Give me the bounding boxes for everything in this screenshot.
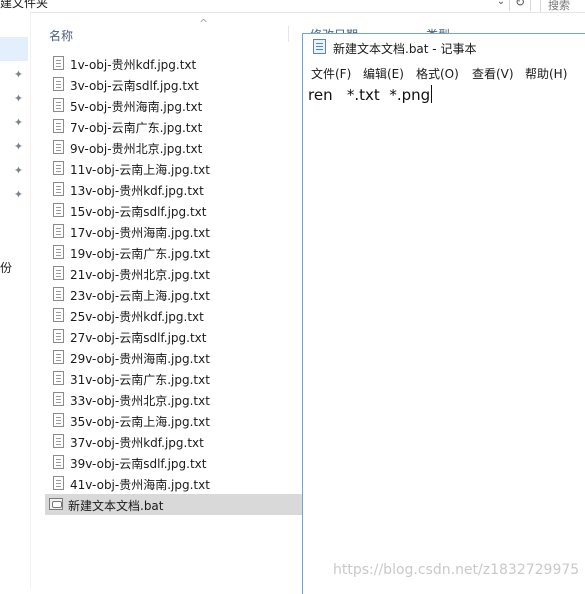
menu-view[interactable]: 查看(V)	[472, 65, 514, 82]
file-name: 25v-obj-贵州kdf.jpg.txt	[70, 310, 204, 324]
pin-icon[interactable]: ✦	[13, 117, 24, 128]
column-name[interactable]: 名称	[49, 27, 73, 44]
text-file-icon	[53, 140, 64, 154]
file-name: 17v-obj-贵州海南.jpg.txt	[70, 226, 210, 240]
file-row[interactable]: 37v-obj-贵州kdf.jpg.txt	[47, 431, 303, 452]
file-name: 19v-obj-云南广东.jpg.txt	[70, 247, 210, 261]
menu-edit[interactable]: 编辑(E)	[363, 65, 404, 82]
text-file-icon	[53, 98, 64, 112]
file-name: 7v-obj-云南广东.jpg.txt	[70, 121, 203, 135]
refresh-icon[interactable]: ↻	[509, 0, 531, 11]
pin-icon[interactable]: ✦	[13, 93, 24, 104]
text-file-icon	[53, 329, 64, 343]
text-file-icon	[53, 455, 64, 469]
file-list: 1v-obj-贵州kdf.jpg.txt 3v-obj-云南sdlf.jpg.tx…	[45, 53, 307, 515]
text-file-icon	[53, 371, 64, 385]
text-file-icon	[53, 413, 64, 427]
file-row[interactable]: 15v-obj-云南sdlf.jpg.txt	[47, 200, 303, 221]
batch-file-icon	[49, 498, 63, 510]
file-name: 27v-obj-云南sdlf.jpg.txt	[70, 331, 207, 345]
file-name: 23v-obj-云南上海.jpg.txt	[70, 289, 210, 303]
notepad-content[interactable]: ren *.txt *.png	[308, 85, 433, 104]
pin-icon[interactable]: ✦	[13, 69, 24, 80]
file-name: 41v-obj-贵州海南.jpg.txt	[70, 478, 210, 492]
file-name: 1v-obj-贵州kdf.jpg.txt	[70, 58, 197, 72]
file-row[interactable]: 27v-obj-云南sdlf.jpg.txt	[47, 326, 303, 347]
file-row[interactable]: 11v-obj-云南上海.jpg.txt	[47, 158, 303, 179]
file-name: 11v-obj-云南上海.jpg.txt	[70, 163, 210, 177]
file-name: 37v-obj-贵州kdf.jpg.txt	[70, 436, 204, 450]
text-file-icon	[53, 182, 64, 196]
text-file-icon	[53, 476, 64, 490]
text-file-icon	[53, 224, 64, 238]
file-row[interactable]: 21v-obj-贵州北京.jpg.txt	[47, 263, 303, 284]
text-file-icon	[53, 392, 64, 406]
menu-format[interactable]: 格式(O)	[416, 65, 459, 82]
file-row[interactable]: 1v-obj-贵州kdf.jpg.txt	[47, 53, 303, 74]
navigation-pane: ✦ ✦ ✦ ✦ ✦ ✦ 份	[0, 12, 31, 588]
window-title: 建文件夹	[0, 0, 49, 10]
menu-help[interactable]: 帮助(H)	[525, 65, 567, 82]
notepad-menubar: 文件(F) 编辑(E) 格式(O) 查看(V) 帮助(H)	[303, 62, 585, 84]
pin-icon[interactable]: ✦	[13, 165, 24, 176]
text-file-icon	[53, 350, 64, 364]
file-name: 13v-obj-贵州kdf.jpg.txt	[70, 184, 204, 198]
chevron-down-icon[interactable]: ⌄	[494, 0, 508, 10]
file-name: 33v-obj-贵州北京.jpg.txt	[70, 394, 210, 408]
file-name: 9v-obj-贵州北京.jpg.txt	[70, 142, 203, 156]
text-file-icon	[53, 308, 64, 322]
file-row[interactable]: 9v-obj-贵州北京.jpg.txt	[47, 137, 303, 158]
pin-icon[interactable]: ✦	[13, 189, 24, 200]
text-file-icon	[53, 245, 64, 259]
notepad-text: ren *.txt *.png	[308, 86, 431, 104]
file-row[interactable]: 31v-obj-云南广东.jpg.txt	[47, 368, 303, 389]
watermark: https://blog.csdn.net/z1832729975	[333, 562, 580, 578]
column-divider[interactable]	[288, 26, 289, 42]
file-row[interactable]: 35v-obj-云南上海.jpg.txt	[47, 410, 303, 431]
text-file-icon	[53, 119, 64, 133]
text-file-icon	[53, 266, 64, 280]
file-row[interactable]: 41v-obj-贵州海南.jpg.txt	[47, 473, 303, 494]
file-row[interactable]: 39v-obj-云南sdlf.jpg.txt	[47, 452, 303, 473]
file-row[interactable]: 19v-obj-云南广东.jpg.txt	[47, 242, 303, 263]
menu-file[interactable]: 文件(F)	[311, 65, 351, 82]
file-name: 39v-obj-云南sdlf.jpg.txt	[70, 457, 207, 471]
notepad-titlebar[interactable]: 新建文本文档.bat - 记事本	[303, 34, 585, 62]
notepad-text-area[interactable]: ren *.txt *.png	[303, 84, 585, 594]
pin-icon[interactable]: ✦	[13, 141, 24, 152]
file-row[interactable]: 13v-obj-贵州kdf.jpg.txt	[47, 179, 303, 200]
file-row[interactable]: 5v-obj-贵州海南.jpg.txt	[47, 95, 303, 116]
notepad-icon	[313, 39, 326, 54]
file-name: 新建文本文档.bat	[68, 499, 164, 513]
file-row[interactable]: 3v-obj-云南sdlf.jpg.txt	[47, 74, 303, 95]
file-row[interactable]: 25v-obj-贵州kdf.jpg.txt	[47, 305, 303, 326]
text-file-icon	[53, 203, 64, 217]
text-caret	[431, 85, 433, 103]
notepad-window: 新建文本文档.bat - 记事本 文件(F) 编辑(E) 格式(O) 查看(V)…	[302, 33, 585, 594]
file-row[interactable]: 17v-obj-贵州海南.jpg.txt	[47, 221, 303, 242]
text-file-icon	[53, 56, 64, 70]
sort-ascending-icon: ^	[199, 17, 209, 30]
text-file-icon	[53, 434, 64, 448]
file-name: 31v-obj-云南广东.jpg.txt	[70, 373, 210, 387]
file-name: 15v-obj-云南sdlf.jpg.txt	[70, 205, 207, 219]
nav-selected-item[interactable]	[0, 37, 28, 61]
file-name: 35v-obj-云南上海.jpg.txt	[70, 415, 210, 429]
file-name: 21v-obj-贵州北京.jpg.txt	[70, 268, 210, 282]
file-row-selected[interactable]: 新建文本文档.bat	[45, 494, 303, 515]
notepad-title: 新建文本文档.bat - 记事本	[333, 42, 477, 56]
text-file-icon	[53, 77, 64, 91]
file-row[interactable]: 29v-obj-贵州海南.jpg.txt	[47, 347, 303, 368]
text-file-icon	[53, 287, 64, 301]
file-name: 3v-obj-云南sdlf.jpg.txt	[70, 79, 199, 93]
file-row[interactable]: 33v-obj-贵州北京.jpg.txt	[47, 389, 303, 410]
file-row[interactable]: 7v-obj-云南广东.jpg.txt	[47, 116, 303, 137]
file-name: 29v-obj-贵州海南.jpg.txt	[70, 352, 210, 366]
file-name: 5v-obj-贵州海南.jpg.txt	[70, 100, 203, 114]
nav-item-label[interactable]: 份	[0, 259, 12, 276]
file-row[interactable]: 23v-obj-云南上海.jpg.txt	[47, 284, 303, 305]
text-file-icon	[53, 161, 64, 175]
